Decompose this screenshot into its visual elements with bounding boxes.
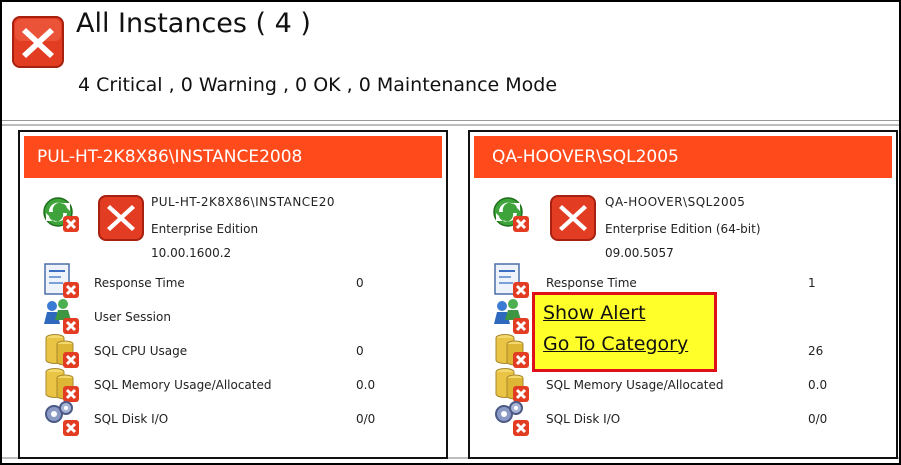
- instance-critical-icon: [98, 195, 144, 241]
- metric-label-response-time: Response Time: [546, 276, 637, 290]
- metric-value-response-time: 0: [356, 276, 364, 290]
- section-divider-top: [2, 124, 899, 126]
- instance-version: 09.00.5057: [605, 246, 674, 260]
- sql-disk-io-icon: [495, 401, 529, 436]
- metric-value-sql-memory: 0.0: [356, 378, 376, 392]
- header-divider: [2, 120, 899, 121]
- metric-value-sql-disk-io: 0/0: [356, 412, 376, 426]
- metric-value-sql-disk-io: 0/0: [808, 412, 828, 426]
- card-title-bar[interactable]: PUL-HT-2K8X86\INSTANCE2008: [24, 136, 442, 178]
- menu-item-show-alert[interactable]: Show Alert: [543, 302, 646, 324]
- instance-card: PUL-HT-2K8X86\INSTANCE2008 PUL-HT-2K8X86…: [18, 130, 448, 459]
- response-time-icon: [494, 263, 529, 298]
- instance-name: PUL-HT-2K8X86\INSTANCE20: [151, 195, 336, 209]
- instance-name: QA-HOOVER\SQL2005: [605, 195, 746, 209]
- metric-value-sql-cpu: 26: [808, 344, 824, 358]
- metric-value-sql-cpu: 0: [356, 344, 364, 358]
- critical-x-icon: [12, 16, 64, 68]
- metric-label-sql-memory: SQL Memory Usage/Allocated: [94, 378, 272, 392]
- metric-label-user-session: User Session: [94, 310, 171, 324]
- instance-edition: Enterprise Edition (64-bit): [605, 222, 761, 236]
- status-summary: 4 Critical , 0 Warning , 0 OK , 0 Mainte…: [78, 74, 558, 96]
- refresh-status-icon: [43, 197, 79, 232]
- card-title[interactable]: QA-HOOVER\SQL2005: [492, 147, 679, 167]
- instances-panel: All Instances ( 4 ) 4 Critical , 0 Warni…: [0, 0, 901, 465]
- metric-label-sql-disk-io: SQL Disk I/O: [94, 412, 169, 426]
- card-body: PUL-HT-2K8X86\INSTANCE20 Enterprise Edit…: [24, 182, 442, 451]
- card-title[interactable]: PUL-HT-2K8X86\INSTANCE2008: [37, 147, 302, 167]
- menu-item-go-to-category[interactable]: Go To Category: [543, 333, 688, 355]
- sql-disk-io-icon: [45, 401, 79, 436]
- page-title: All Instances ( 4 ): [76, 8, 311, 39]
- context-menu: Show Alert Go To Category: [532, 292, 717, 372]
- instance-edition: Enterprise Edition: [151, 222, 259, 236]
- card-title-bar[interactable]: QA-HOOVER\SQL2005: [474, 136, 892, 178]
- metric-label-sql-disk-io: SQL Disk I/O: [546, 412, 621, 426]
- metric-label-response-time: Response Time: [94, 276, 185, 290]
- refresh-status-icon: [493, 197, 529, 232]
- metric-label-sql-cpu: SQL CPU Usage: [94, 344, 188, 358]
- instance-critical-icon: [550, 195, 596, 241]
- metric-value-response-time: 1: [808, 276, 816, 290]
- metric-value-sql-memory: 0.0: [808, 378, 828, 392]
- response-time-icon: [44, 263, 79, 298]
- metric-label-sql-memory: SQL Memory Usage/Allocated: [546, 378, 724, 392]
- instance-version: 10.00.1600.2: [151, 246, 232, 260]
